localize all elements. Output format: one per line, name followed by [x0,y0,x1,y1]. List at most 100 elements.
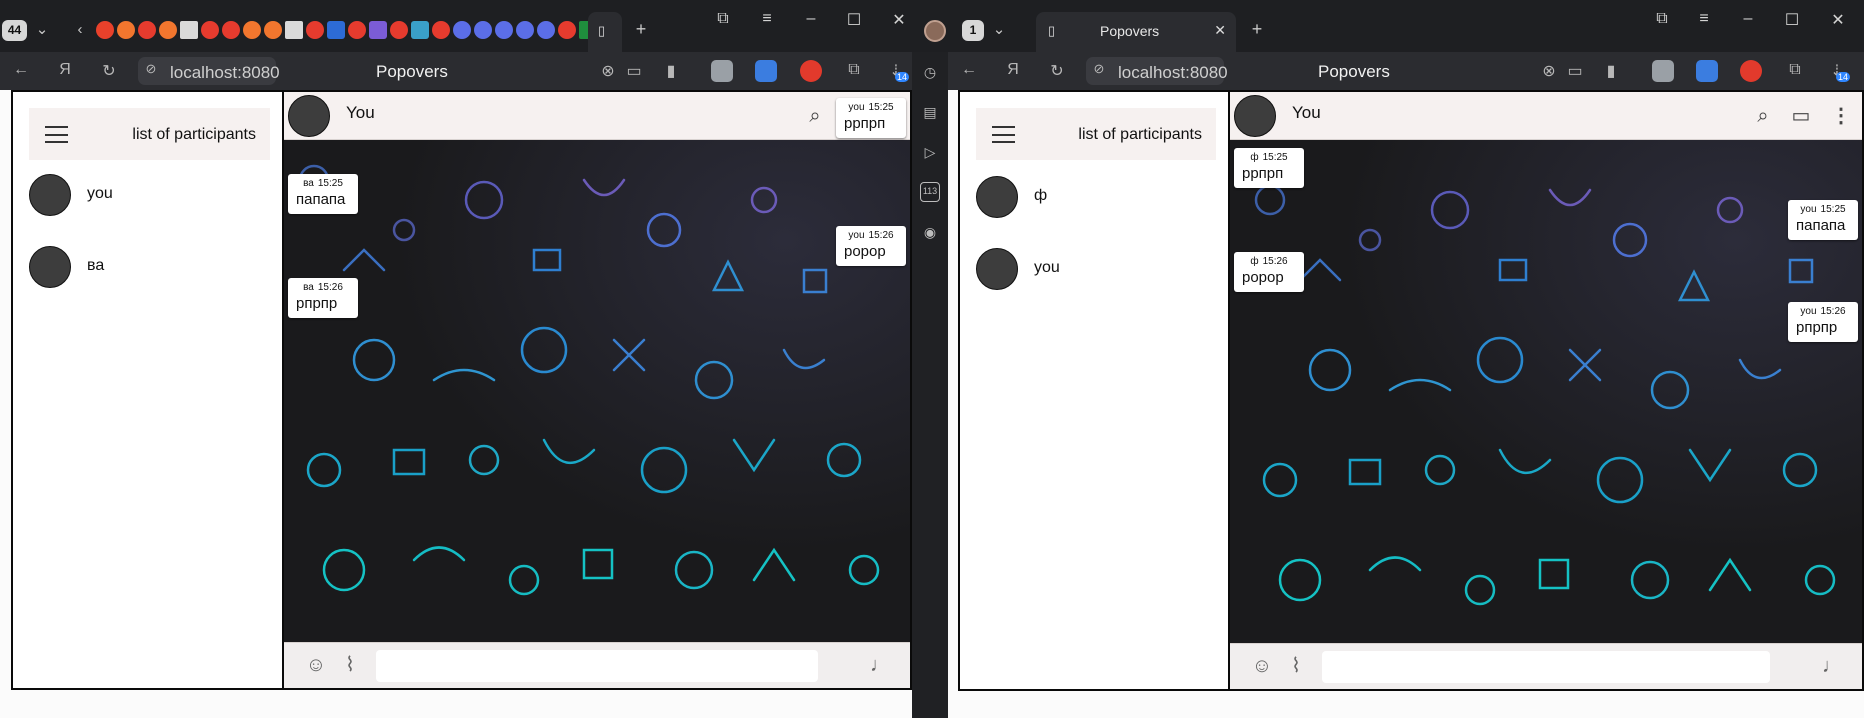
tab-favicon-icon[interactable] [180,21,198,39]
extensions-puzzle-icon[interactable]: ⧉ [843,61,865,79]
back-arrow-icon[interactable]: ← [10,61,32,79]
profile-avatar[interactable] [924,20,946,42]
message-bubble-incoming[interactable]: ф 15:26 ророр [1234,252,1304,292]
tab-favicon-icon[interactable] [327,21,345,39]
paperclip-icon[interactable]: ⌇ [338,653,362,677]
close-window-icon[interactable]: ✕ [889,10,909,30]
tab-count-badge[interactable]: 44 [2,20,27,41]
microphone-icon[interactable]: ♩ [868,653,892,677]
site-info-icon[interactable]: ⊘ [1088,61,1110,77]
play-circle-icon[interactable]: ▷ [920,142,940,162]
emoji-icon[interactable]: ☺ [304,653,328,677]
search-icon[interactable]: ⌕ [802,103,828,129]
bookmark-icon[interactable]: ▮ [660,61,682,81]
extension-icon[interactable] [1652,60,1674,82]
extension-icon[interactable] [711,60,733,82]
tab-favicon-icon[interactable] [516,21,534,39]
message-bubble-outgoing[interactable]: you 15:26 ророр [836,226,906,266]
yandex-logo-icon[interactable]: Я [1002,61,1024,79]
video-camera-icon[interactable]: ▭ [1788,103,1814,129]
maximize-icon[interactable]: ☐ [844,10,864,30]
message-bubble-incoming[interactable]: ва 15:25 папапа [288,174,358,214]
address-host[interactable]: localhost:8080 [170,63,280,83]
history-clock-icon[interactable]: ◷ [920,62,940,82]
tab-favicon-icon[interactable] [285,21,303,39]
chat-bubble-icon[interactable]: ▭ [623,61,645,81]
tab-favicon-icon[interactable] [117,21,135,39]
tab-favicon-icon[interactable] [222,21,240,39]
reload-icon[interactable]: ↻ [1046,61,1068,81]
tab-list-chevron-icon[interactable]: ⌄ [31,20,53,40]
camera-off-icon[interactable]: ⊗ [1538,61,1560,81]
tab-groups-icon[interactable]: ⧉ [713,10,733,28]
tab-favicon-icon[interactable] [495,21,513,39]
bookmark-icon[interactable]: ▮ [1600,61,1622,81]
tab-favicon-icon[interactable] [453,21,471,39]
message-input[interactable] [1322,651,1770,683]
new-tab-plus-icon[interactable]: + [1246,19,1268,39]
message-input[interactable] [376,650,818,682]
search-icon[interactable]: ⌕ [1750,103,1776,129]
camera-off-icon[interactable]: ⊗ [597,61,619,81]
avatar[interactable] [1234,95,1276,137]
message-bubble-outgoing[interactable]: you 15:25 ррпрп [836,98,906,138]
paperclip-icon[interactable]: ⌇ [1284,654,1308,678]
address-host[interactable]: localhost:8080 [1118,63,1228,83]
tab-favicon-icon[interactable] [243,21,261,39]
emoji-icon[interactable]: ☺ [1250,654,1274,678]
counter-badge[interactable]: 113 [920,182,940,202]
notes-icon[interactable]: ▤ [920,102,940,122]
tab-favicon-icon[interactable] [411,21,429,39]
tab-list-chevron-icon[interactable]: ⌄ [988,20,1010,40]
adblock-extension-icon[interactable] [800,60,822,82]
translate-extension-icon[interactable] [1696,60,1718,82]
participant-item[interactable]: ф [976,176,1206,218]
tab-favicon-icon[interactable] [96,21,114,39]
tab-favicon-icon[interactable] [138,21,156,39]
active-tab[interactable]: ▯ Popovers ✕ [1036,12,1236,52]
tab-count-badge[interactable]: 1 [962,20,984,41]
hamburger-icon[interactable] [45,126,68,143]
minimize-icon[interactable]: – [801,10,821,28]
tab-favicon-icon[interactable] [474,21,492,39]
tab-groups-icon[interactable]: ⧉ [1652,10,1672,28]
scroll-tabs-left-icon[interactable]: ‹ [69,20,91,40]
minimize-icon[interactable]: – [1738,10,1758,28]
browser-menu-icon[interactable]: ≡ [1694,10,1714,28]
microphone-icon[interactable]: ♩ [1820,654,1844,678]
maximize-icon[interactable]: ☐ [1782,10,1802,30]
active-tab[interactable]: ▯ [588,12,622,52]
tab-favicon-icon[interactable] [348,21,366,39]
tab-favicon-icon[interactable] [390,21,408,39]
translate-extension-icon[interactable] [755,60,777,82]
browser-menu-icon[interactable]: ≡ [757,10,777,28]
close-tab-icon[interactable]: ✕ [1214,22,1226,39]
new-tab-plus-icon[interactable]: + [630,19,652,39]
address-page-title[interactable]: Popovers [376,62,448,82]
message-bubble-incoming[interactable]: ф 15:25 ррпрп [1234,148,1304,188]
screenshot-camera-icon[interactable]: ◉ [920,222,940,242]
site-info-icon[interactable]: ⊘ [140,61,162,77]
back-arrow-icon[interactable]: ← [958,61,980,79]
message-bubble-incoming[interactable]: ва 15:26 рпрпр [288,278,358,318]
extensions-puzzle-icon[interactable]: ⧉ [1784,61,1806,79]
yandex-logo-icon[interactable]: Я [54,61,76,79]
tab-favicon-icon[interactable] [558,21,576,39]
tab-favicon-icon[interactable] [537,21,555,39]
message-bubble-outgoing[interactable]: you 15:25 папапа [1788,200,1858,240]
tab-favicon-icon[interactable] [306,21,324,39]
participant-item[interactable]: you [29,174,259,216]
address-page-title[interactable]: Popovers [1318,62,1390,82]
message-bubble-outgoing[interactable]: you 15:26 рпрпр [1788,302,1858,342]
avatar[interactable] [288,95,330,137]
tab-favicon-icon[interactable] [264,21,282,39]
tab-favicon-icon[interactable] [159,21,177,39]
reload-icon[interactable]: ↻ [98,61,120,81]
more-vertical-icon[interactable]: ⋮ [1828,103,1854,129]
close-window-icon[interactable]: ✕ [1828,10,1848,30]
participant-item[interactable]: ва [29,246,259,288]
tab-favicon-icon[interactable] [201,21,219,39]
adblock-extension-icon[interactable] [1740,60,1762,82]
tab-favicon-icon[interactable] [369,21,387,39]
tab-favicon-icon[interactable] [432,21,450,39]
